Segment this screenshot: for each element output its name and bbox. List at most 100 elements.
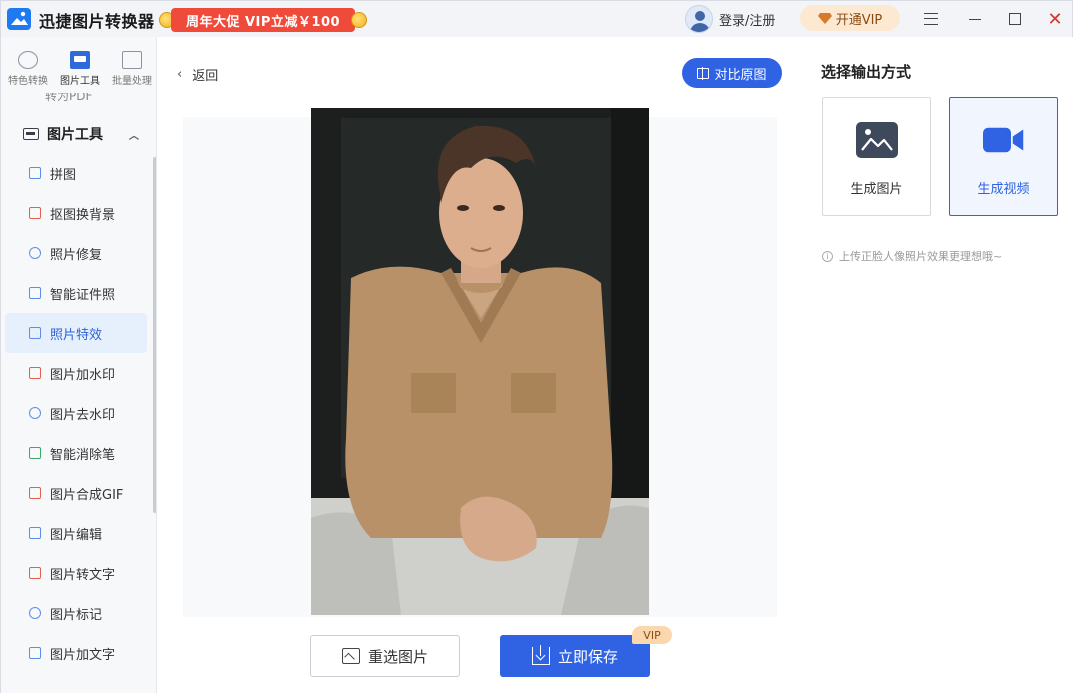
- menu-button[interactable]: [911, 1, 951, 37]
- sidebar-item-label: 图片标记: [50, 607, 103, 623]
- diamond-icon: [817, 13, 832, 24]
- eraser-icon: [29, 207, 41, 219]
- menu-icon: [924, 13, 938, 25]
- option-label: 生成视频: [977, 182, 1030, 197]
- id-photo-icon: [29, 287, 41, 299]
- tab-label: 图片工具: [60, 76, 100, 87]
- sidebar-item-image-to-text[interactable]: 图片转文字: [5, 553, 147, 593]
- sidebar-item-label: 图片加水印: [50, 367, 116, 383]
- image-icon: [341, 648, 360, 664]
- open-vip-button[interactable]: 开通VIP: [800, 5, 900, 31]
- image-tools-icon: [70, 51, 90, 69]
- image-icon: [855, 122, 898, 158]
- edit-icon: [29, 527, 41, 539]
- compare-icon: [697, 66, 710, 80]
- tab-label: 批量处理: [112, 76, 152, 87]
- chevron-up-icon: ︿: [129, 130, 139, 142]
- close-button[interactable]: ✕: [1035, 1, 1073, 37]
- sidebar-item-label: 图片加文字: [50, 647, 116, 663]
- batch-process-icon: [122, 51, 142, 69]
- mark-icon: [29, 607, 41, 619]
- app-title: 迅捷图片转换器: [39, 12, 155, 31]
- reselect-label: 重选图片: [367, 647, 428, 666]
- sidebar-item-label: 照片修复: [50, 247, 103, 263]
- sidebar-item-add-text[interactable]: 图片加文字: [5, 633, 147, 673]
- sidebar-item-id-photo[interactable]: 智能证件照: [5, 273, 147, 313]
- sidebar-item-label: 抠图换背景: [50, 207, 116, 223]
- sidebar: 特色转换 图片工具 批量处理 转为PDF 图片工具 ︿ 拼图 抠图换背景 照片修…: [1, 37, 157, 693]
- sidebar-item-smart-eraser[interactable]: 智能消除笔: [5, 433, 147, 473]
- tab-feature-convert[interactable]: 特色转换: [3, 37, 53, 93]
- maximize-button[interactable]: [995, 1, 1035, 37]
- main-panel: ‹ 返回 对比原图 重选图片 立即保存 VIP: [157, 37, 803, 693]
- tab-label: 特色转换: [8, 76, 48, 87]
- compare-original-button[interactable]: 对比原图: [682, 58, 782, 88]
- back-label: 返回: [192, 69, 219, 84]
- coin-icon: [351, 12, 367, 28]
- sidebar-item-puzzle[interactable]: 拼图: [5, 153, 147, 193]
- video-camera-icon: [982, 127, 1023, 153]
- sidebar-item-label: 照片特效: [50, 327, 103, 343]
- chevron-left-icon: ‹: [177, 67, 183, 82]
- sidebar-list: 转为PDF 图片工具 ︿ 拼图 抠图换背景 照片修复 智能证件照 照片特效 图片…: [1, 93, 151, 673]
- download-icon: [531, 645, 550, 665]
- sidebar-item-label: 图片合成GIF: [50, 487, 124, 503]
- sidebar-item-label: 图片去水印: [50, 407, 116, 423]
- save-label: 立即保存: [557, 647, 618, 666]
- sidebar-item-label: 转为PDF: [45, 93, 93, 103]
- sidebar-item-label: 智能消除笔: [50, 447, 116, 463]
- sidebar-item-label: 图片转文字: [50, 567, 116, 583]
- vip-badge: VIP: [632, 626, 672, 644]
- preview-photo: [311, 108, 649, 615]
- generate-image-option[interactable]: 生成图片: [822, 97, 931, 216]
- tab-image-tools[interactable]: 图片工具: [55, 37, 105, 93]
- sidebar-item-gif[interactable]: 图片合成GIF: [5, 473, 147, 513]
- sidebar-item-photo-effects[interactable]: 照片特效: [5, 313, 147, 353]
- reselect-image-button[interactable]: 重选图片: [310, 635, 460, 677]
- close-icon: ✕: [1047, 8, 1063, 30]
- output-title: 选择输出方式: [821, 63, 912, 81]
- promo-label: 周年大促 VIP立减￥100: [171, 8, 355, 32]
- image-tools-icon: [23, 128, 39, 140]
- group-label: 图片工具: [47, 127, 103, 143]
- back-button[interactable]: ‹ 返回: [177, 65, 218, 84]
- generate-video-option[interactable]: 生成视频: [949, 97, 1058, 216]
- app-logo-icon: [7, 8, 31, 30]
- sidebar-item-remove-watermark[interactable]: 图片去水印: [5, 393, 147, 433]
- sidebar-item-cutout[interactable]: 抠图换背景: [5, 193, 147, 233]
- login-label: 登录/注册: [719, 13, 776, 29]
- magnifier-icon: [29, 247, 41, 259]
- sidebar-item-image-edit[interactable]: 图片编辑: [5, 513, 147, 553]
- group-header-image-tools[interactable]: 图片工具 ︿: [1, 115, 151, 153]
- pen-icon: [29, 447, 41, 459]
- open-vip-label: 开通VIP: [835, 12, 883, 28]
- minimize-button[interactable]: [955, 1, 995, 37]
- option-label: 生成图片: [850, 182, 903, 197]
- portrait-image: [311, 108, 649, 615]
- sidebar-item-label: 图片编辑: [50, 527, 103, 543]
- photo-effects-icon: [29, 327, 41, 339]
- droplet-icon: [29, 407, 41, 419]
- feature-convert-icon: [18, 51, 38, 69]
- sidebar-item-photo-repair[interactable]: 照片修复: [5, 233, 147, 273]
- puzzle-icon: [29, 167, 41, 179]
- promo-banner[interactable]: 周年大促 VIP立减￥100: [159, 6, 367, 32]
- avatar: [685, 5, 713, 33]
- save-now-button[interactable]: 立即保存: [500, 635, 650, 677]
- maximize-icon: [1009, 13, 1021, 25]
- tab-batch-process[interactable]: 批量处理: [107, 37, 156, 93]
- stamp-icon: [29, 367, 41, 379]
- sidebar-item-to-pdf[interactable]: 转为PDF: [1, 93, 151, 115]
- title-bar: 迅捷图片转换器 周年大促 VIP立减￥100 登录/注册 开通VIP ✕: [1, 1, 1072, 37]
- sidebar-item-image-mark[interactable]: 图片标记: [5, 593, 147, 633]
- sidebar-top-tabs: 特色转换 图片工具 批量处理: [1, 37, 156, 93]
- info-icon: i: [822, 250, 833, 262]
- add-text-icon: [29, 647, 41, 659]
- login-button[interactable]: 登录/注册: [685, 5, 775, 33]
- sidebar-item-add-watermark[interactable]: 图片加水印: [5, 353, 147, 393]
- tip-label: 上传正脸人像照片效果更理想哦~: [839, 250, 1003, 263]
- app-window: 迅捷图片转换器 周年大促 VIP立减￥100 登录/注册 开通VIP ✕ 特色转…: [0, 0, 1073, 693]
- compare-label: 对比原图: [714, 67, 767, 83]
- minimize-icon: [969, 18, 981, 20]
- output-panel: 选择输出方式 生成图片 生成视频 i 上传正脸人像照片效果更理想哦~: [803, 37, 1073, 693]
